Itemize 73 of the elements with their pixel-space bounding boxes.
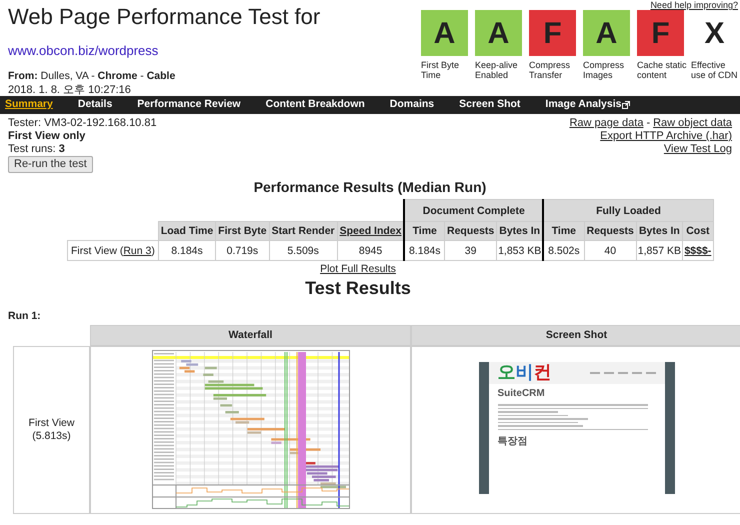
plot-link[interactable]: Plot Full Results [320,263,396,276]
column-group-header: Document Complete [404,200,544,222]
grade-badge: A [583,10,630,56]
column-header: Requests [584,222,636,240]
request-bar [202,374,213,376]
column-header: Bytes In [636,222,682,240]
grade-label: First Byte Time [421,60,460,80]
table-cell: 8.184s [408,244,440,256]
section-title: Test Results [305,277,411,299]
table-cell: 8.502s [548,244,580,256]
rerun-button[interactable]: Re-run the test [8,156,93,173]
nav-tab[interactable]: Content Breakdown [266,97,365,113]
request-bar [224,411,238,414]
grade-label: Compress Images [583,60,626,80]
site-subheading: 특장점 [498,436,528,447]
column-header[interactable]: Speed Index [337,222,404,240]
grade-badge: A [421,10,468,56]
table-cell: 40 [604,244,616,256]
column-header: Load Time [158,222,216,240]
run-link[interactable]: Run 3 [123,244,152,256]
help-link[interactable]: Need help improving? [650,0,738,10]
section-title: Performance Results (Median Run) [254,178,486,196]
grade-label: Keep-alive Enabled [475,60,519,80]
column-header: Bytes In [496,222,544,240]
column-header: Start Render [269,222,338,240]
view-info: First View only [8,130,86,143]
column-header: Requests [444,222,497,240]
run-label: Run 1: [8,310,41,323]
link-separator: - [646,117,650,130]
grade-label: Compress Transfer [529,60,572,80]
data-link[interactable]: View Test Log [664,143,732,156]
data-link[interactable]: Raw object data [653,117,732,130]
test-origin: From: Dulles, VA - Chrome - Cable [8,70,176,82]
url-link[interactable]: www.obcon.biz/wordpress [8,41,158,60]
nav-tab[interactable]: Details [78,97,112,113]
data-link[interactable]: Raw page data [569,117,644,130]
grade-badge: A [475,10,522,56]
data-link[interactable]: Export HTTP Archive (.har) [600,130,732,143]
table-cell: 0.719s [226,244,258,256]
test-date: 2018. 1. 8. 오후 10:27:16 [8,82,131,96]
request-bar [220,404,232,407]
grade-badge: F [637,10,684,56]
table-cell: 8945 [358,244,382,256]
site-heading: SuiteCRM [498,388,545,399]
runs-info: Test runs: 3 [8,143,65,156]
table-cell: 39 [464,244,476,256]
column-header: Cost [682,222,714,240]
page-title: Web Page Performance Test for [8,3,322,30]
table-cell: 1,857 KB [638,244,681,256]
row-label: First View ( [71,244,124,256]
site-logo: 오비컨 [498,363,552,383]
column-group-header: Fully Loaded [543,200,714,222]
row-label: First View [28,417,74,430]
grade-label: Effective use of CDN [691,60,739,80]
nav-tab[interactable]: Screen Shot [459,97,520,113]
grade-badge: F [529,10,576,56]
row-label: ) [151,244,155,256]
request-bar [204,366,216,370]
row-time: (5.813s) [32,430,71,443]
tester-info: Tester: VM3-02-192.168.10.81 [8,117,157,130]
column-header: Waterfall [90,325,411,346]
table-cell: 8.184s [171,244,203,256]
table-cell: 5.509s [287,244,319,256]
column-header: Time [543,222,584,240]
column-header: First Byte [216,222,270,240]
nav-tab[interactable]: Performance Review [137,97,241,113]
column-header: Time [404,222,444,240]
grade-label: Cache static content [637,60,687,80]
nav-tab[interactable]: Domains [390,97,434,113]
column-header: Screen Shot [411,325,740,346]
nav-tab[interactable]: Summary [5,97,53,113]
nav-tab[interactable]: Image Analysis [545,97,630,113]
table-cell: 1,853 KB [498,244,542,256]
